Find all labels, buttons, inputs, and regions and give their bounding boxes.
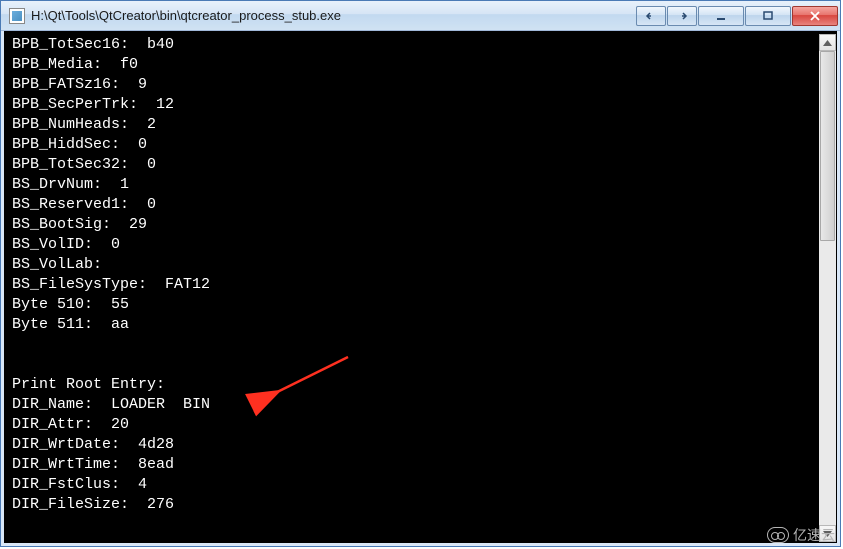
app-icon (9, 8, 25, 24)
next-button[interactable] (667, 6, 697, 26)
scroll-up-button[interactable] (819, 34, 836, 51)
watermark-text: 亿速云 (793, 525, 835, 545)
window-controls (636, 6, 838, 26)
console-window: H:\Qt\Tools\QtCreator\bin\qtcreator_proc… (0, 0, 841, 547)
maximize-button[interactable] (745, 6, 791, 26)
watermark-icon (767, 527, 789, 543)
minimize-button[interactable] (698, 6, 744, 26)
vertical-scrollbar[interactable] (819, 34, 836, 542)
watermark: 亿速云 (767, 525, 835, 545)
console-output: BPB_TotSec16: b40 BPB_Media: f0 BPB_FATS… (1, 31, 840, 546)
scroll-track[interactable] (819, 51, 836, 525)
titlebar[interactable]: H:\Qt\Tools\QtCreator\bin\qtcreator_proc… (1, 1, 840, 31)
window-title: H:\Qt\Tools\QtCreator\bin\qtcreator_proc… (31, 8, 636, 23)
close-button[interactable] (792, 6, 838, 26)
scroll-thumb[interactable] (820, 51, 835, 241)
prev-button[interactable] (636, 6, 666, 26)
